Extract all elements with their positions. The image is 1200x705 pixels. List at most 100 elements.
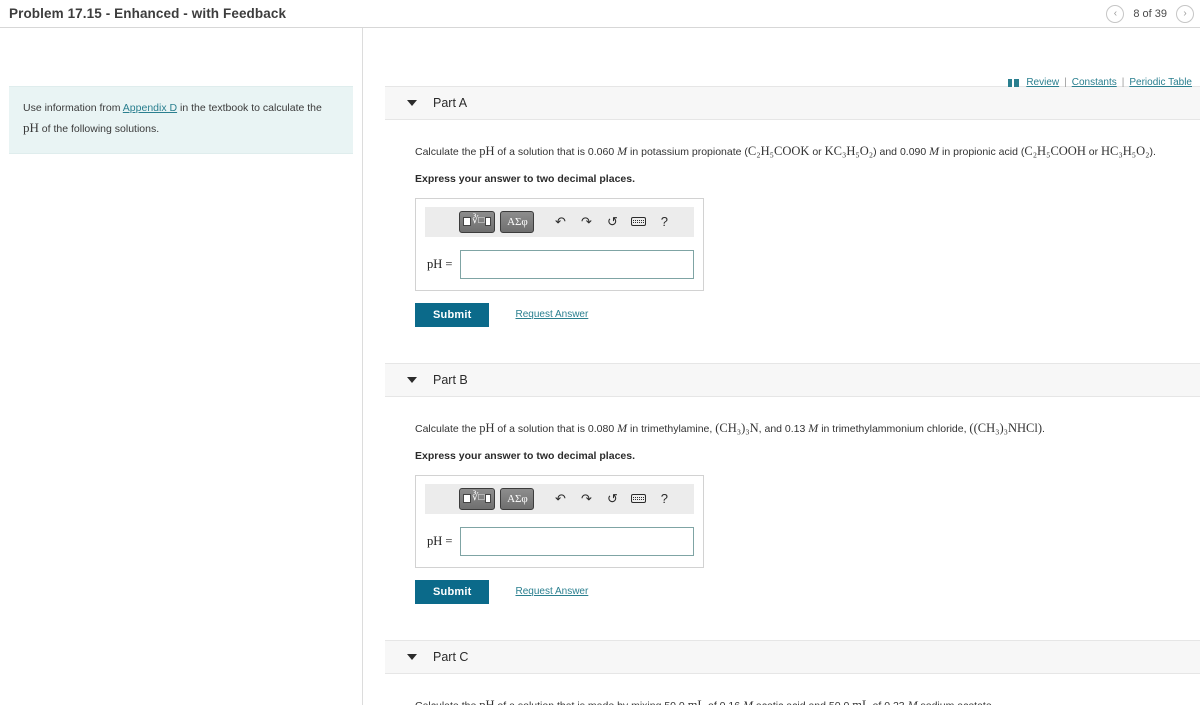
chevron-down-icon[interactable] [407, 376, 417, 383]
section-gap-b [363, 604, 1200, 640]
reset-icon[interactable]: ↺ [599, 492, 625, 505]
qb-ph: pH [479, 420, 495, 435]
qb-q4: in trimethylammonium chloride, [818, 422, 970, 435]
part-b-header[interactable]: Part B [385, 362, 1200, 397]
appendix-d-link[interactable]: Appendix D [123, 102, 177, 114]
qa-ph: pH [479, 144, 495, 158]
part-b-answer-widget: ∛□ ΑΣφ ↶ ↷ ↺ ? pH = [415, 474, 704, 568]
help-icon[interactable]: ? [651, 492, 677, 505]
template-box2-icon [485, 217, 492, 227]
keyboard-icon[interactable] [625, 492, 651, 505]
page-title: Problem 17.15 - Enhanced - with Feedback [9, 6, 287, 21]
part-a-submit-button[interactable]: Submit [415, 302, 490, 327]
part-c-question: Calculate the pH of a solution that is m… [415, 696, 1200, 705]
prev-problem-button[interactable]: ‹ [1106, 5, 1125, 23]
qa-q4: ) and 0.090 [873, 146, 930, 158]
periodic-table-link[interactable]: Periodic Table [1129, 77, 1192, 88]
part-b-request-answer-link[interactable]: Request Answer [515, 586, 588, 597]
qc-u1: mL [687, 697, 706, 705]
qa-f3: C₂H₅COOH [1024, 144, 1086, 158]
intro-text-before: Use information from [23, 102, 123, 114]
greek-symbols-button[interactable]: ΑΣφ [500, 487, 535, 510]
part-c-header[interactable]: Part C [385, 639, 1200, 674]
part-section-c: Part C Calculate the pH of a solution th… [363, 639, 1200, 705]
part-b-body: Calculate the pH of a solution that is 0… [363, 397, 1200, 604]
qc-q4: of 0.23 [870, 700, 908, 705]
qc-q2: of 0.16 [705, 700, 743, 705]
qb-q5: . [1042, 422, 1045, 435]
greek-symbols-button[interactable]: ΑΣφ [500, 210, 535, 233]
qc-q3: acetic acid and 50.0 [753, 700, 852, 705]
intro-text-after: of the following solutions. [38, 123, 160, 136]
part-c-body: Calculate the pH of a solution that is m… [363, 674, 1200, 705]
resource-links: Review | Constants | Periodic Table [1008, 77, 1192, 88]
qb-q1: of a solution that is 0.080 [494, 422, 618, 435]
qa-q6: or [1085, 146, 1102, 158]
qc-ph: pH [479, 697, 495, 705]
problem-counter: 8 of 39 [1133, 8, 1167, 20]
part-a-actions: Submit Request Answer [415, 302, 1200, 327]
ph-equals-label: pH = [427, 533, 453, 548]
intro-text-mid: in the textbook to calculate the [177, 102, 322, 114]
part-b-actions: Submit Request Answer [415, 579, 1200, 604]
constants-link[interactable]: Constants [1072, 77, 1117, 88]
app-header: Problem 17.15 - Enhanced - with Feedback… [0, 0, 1200, 28]
redo-icon[interactable]: ↷ [573, 492, 599, 505]
undo-icon[interactable]: ↶ [547, 492, 573, 505]
part-a-input-row: pH = [425, 249, 694, 279]
problem-main: Review | Constants | Periodic Table Part… [363, 28, 1200, 705]
part-b-instruction: Express your answer to two decimal place… [415, 449, 636, 462]
part-section-b: Part B Calculate the pH of a solution th… [363, 362, 1200, 604]
qa-q7: ). [1149, 146, 1156, 158]
ph-symbol: pH [23, 120, 39, 136]
next-problem-button[interactable]: › [1176, 5, 1194, 23]
part-a-toolbar: ∛□ ΑΣφ ↶ ↷ ↺ ? [425, 206, 694, 237]
qa-q2: in potassium propionate ( [627, 146, 748, 158]
part-b-answer-input[interactable] [460, 526, 694, 556]
part-a-answer-input[interactable] [460, 249, 694, 279]
radical-icon: ∛□ [472, 214, 485, 226]
part-a-label: Part A [433, 96, 468, 110]
problem-sidebar: Use information from Appendix D in the t… [0, 28, 363, 705]
links-separator-1: | [1064, 77, 1067, 88]
part-b-label: Part B [433, 372, 468, 387]
qc-prefix: Calculate the [415, 700, 479, 705]
part-section-a: Part A Calculate the pH of a solution th… [363, 86, 1200, 327]
part-a-request-answer-link[interactable]: Request Answer [515, 309, 588, 320]
qb-q3: , and 0.13 [758, 422, 809, 435]
qb-m1: M [617, 420, 628, 435]
template-box-icon [463, 217, 471, 227]
help-icon[interactable]: ? [651, 215, 677, 228]
math-template-button[interactable]: ∛□ [459, 487, 496, 510]
chevron-down-icon[interactable] [407, 100, 417, 106]
book-icon [1008, 78, 1020, 87]
part-c-label: Part C [433, 649, 469, 664]
reset-icon[interactable]: ↺ [599, 215, 625, 228]
template-box2-icon [485, 494, 492, 503]
part-b-toolbar: ∛□ ΑΣφ ↶ ↷ ↺ ? [425, 483, 694, 514]
qc-q5: sodium acetate. [918, 700, 994, 705]
problem-intro-panel: Use information from Appendix D in the t… [9, 86, 353, 155]
math-template-button[interactable]: ∛□ [459, 210, 496, 233]
qc-m2: M [907, 697, 918, 705]
review-link[interactable]: Review [1026, 77, 1059, 88]
qb-f2: ((CH₃)₃NHCl) [969, 420, 1043, 435]
chevron-down-icon[interactable] [407, 653, 417, 660]
part-a-instruction: Express your answer to two decimal place… [415, 172, 636, 185]
qa-q1: of a solution that is 0.060 [494, 146, 618, 158]
part-b-submit-button[interactable]: Submit [415, 579, 490, 604]
qb-q2: in trimethylamine, [627, 422, 716, 435]
undo-icon[interactable]: ↶ [547, 215, 573, 228]
redo-icon[interactable]: ↷ [573, 215, 599, 228]
qa-f2: KC₃H₅O₂ [824, 144, 874, 158]
qa-q5: in propionic acid ( [939, 146, 1025, 158]
part-a-question: Calculate the pH of a solution that is 0… [415, 142, 1200, 161]
qa-q3: or [809, 146, 825, 158]
part-a-header[interactable]: Part A [385, 86, 1200, 120]
qb-f1: (CH₃)₃N [715, 420, 759, 435]
links-separator-2: | [1121, 77, 1125, 88]
keyboard-icon[interactable] [625, 215, 651, 228]
qc-u2: mL [852, 697, 870, 705]
ph-equals-label: pH = [427, 256, 453, 271]
part-b-input-row: pH = [425, 526, 694, 556]
